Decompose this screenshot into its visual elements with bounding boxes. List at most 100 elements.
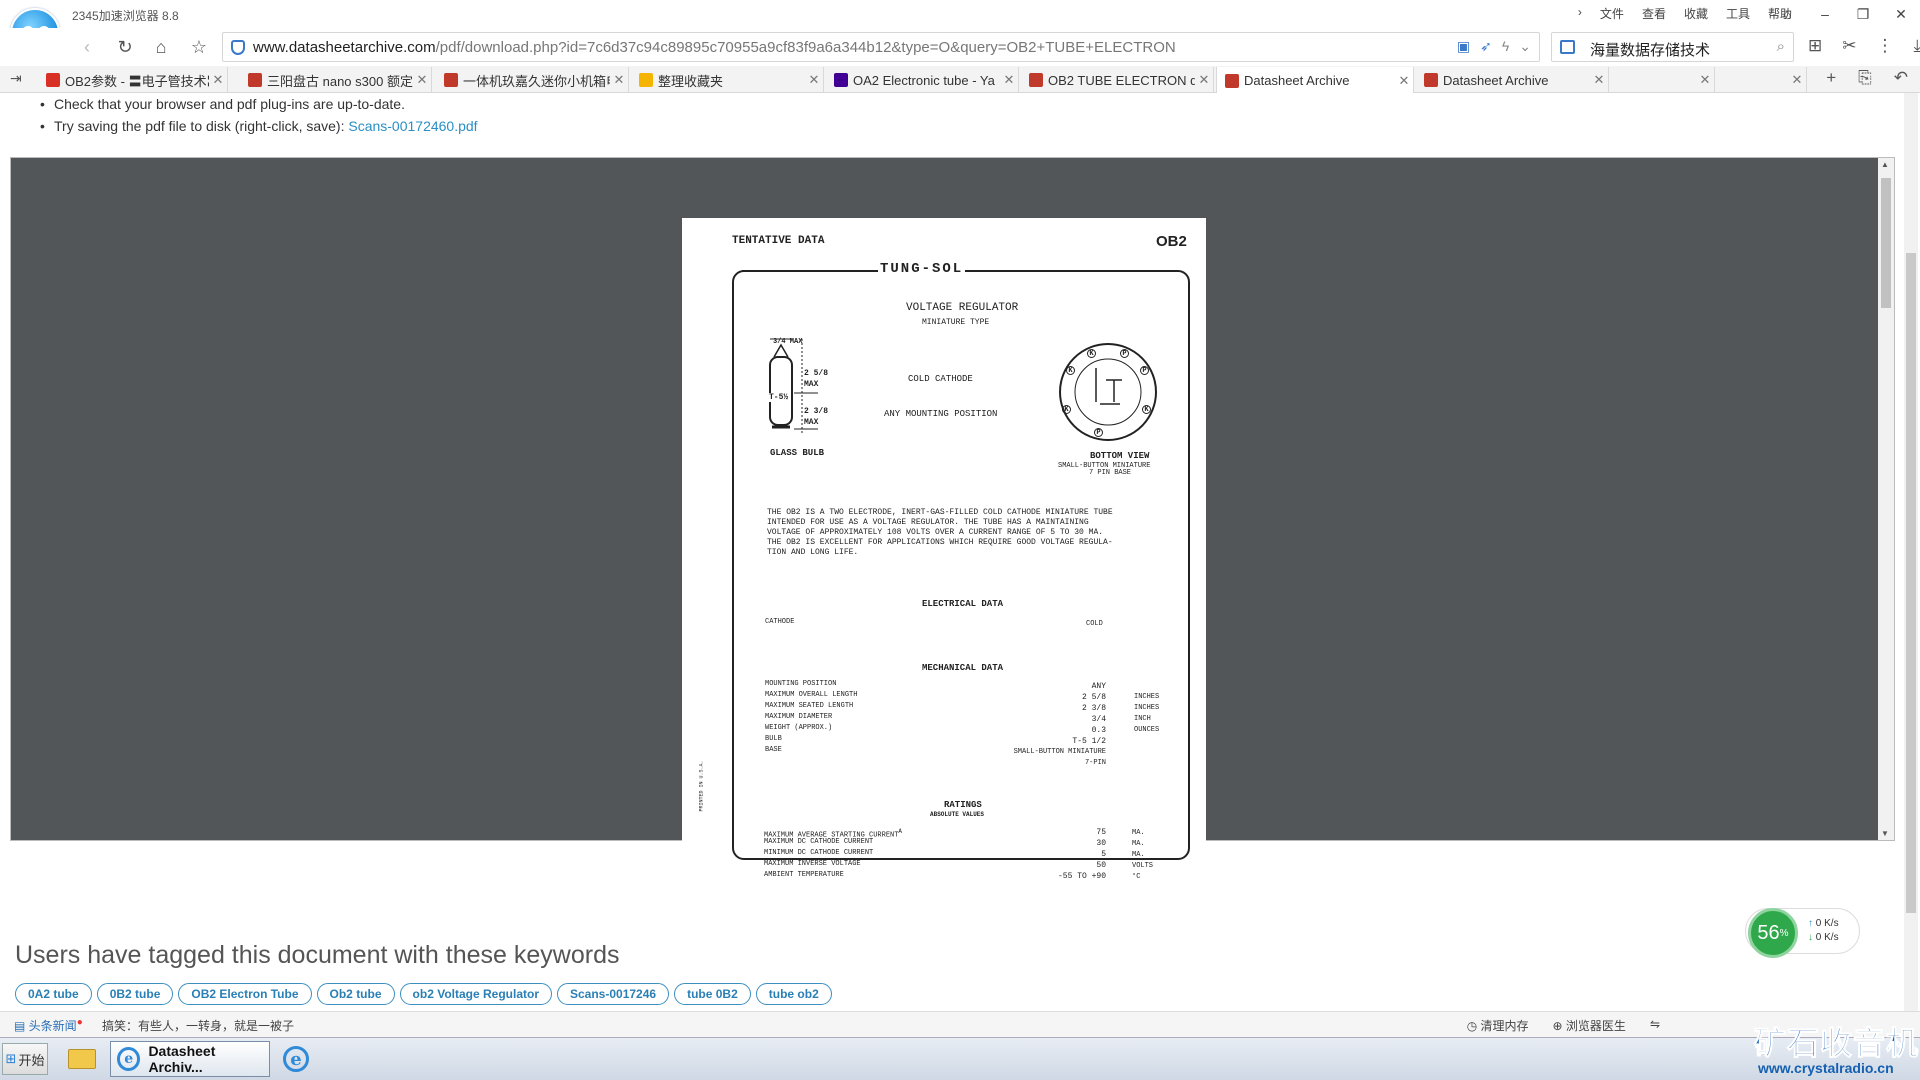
- scissors-icon[interactable]: ✂: [1842, 36, 1856, 56]
- keyword-tag[interactable]: OB2 Electron Tube: [178, 983, 312, 1005]
- tab-close-icon[interactable]: ✕: [413, 72, 431, 88]
- ie-glyph: e: [283, 1046, 309, 1072]
- tab-close-icon[interactable]: ✕: [1000, 72, 1018, 88]
- tab-8[interactable]: ✕: [1611, 67, 1715, 93]
- tab-close-icon[interactable]: ✕: [1195, 72, 1213, 88]
- pdf-viewer[interactable]: TENTATIVE DATA OB2 TUNG-SOL VOLTAGE REGU…: [10, 157, 1895, 881]
- tab-close-icon[interactable]: ✕: [805, 72, 823, 88]
- rating-unit: MA.: [1132, 829, 1145, 837]
- rating-name: MAXIMUM INVERSE VOLTAGE: [764, 860, 861, 868]
- translate-icon[interactable]: ▣: [1457, 38, 1470, 55]
- file-explorer-icon[interactable]: [64, 1042, 100, 1076]
- tab-4[interactable]: OA2 Electronic tube - Ya ✕: [826, 67, 1019, 93]
- tab-1[interactable]: 三阳盘古 nano s300 额定 ✕: [240, 67, 432, 93]
- new-tab-icon[interactable]: +: [1826, 68, 1836, 88]
- star-icon[interactable]: ☆: [186, 34, 212, 60]
- start-button[interactable]: ⊞ 开始: [2, 1043, 48, 1075]
- tab-close-icon[interactable]: ✕: [610, 72, 628, 88]
- tab-3[interactable]: 整理收藏夹 ✕: [631, 67, 824, 93]
- pdf-scrollbar[interactable]: ▲ ▼: [1878, 158, 1894, 840]
- watermark-url: www.crystalradio.cn: [1758, 1060, 1894, 1076]
- more-icon[interactable]: ⋮: [1877, 36, 1894, 56]
- description-line: THE OB2 IS EXCELLENT FOR APPLICATIONS WH…: [767, 538, 1113, 547]
- menu-view[interactable]: 查看: [1642, 5, 1666, 22]
- tab-2[interactable]: 一体机玖嘉久迷你小机箱电 ✕: [436, 67, 629, 93]
- address-bar[interactable]: www.datasheetarchive.com/pdf/download.ph…: [222, 32, 1540, 62]
- taskbar-active-window[interactable]: e Datasheet Archiv...: [110, 1041, 270, 1077]
- search-icon[interactable]: ⌕: [1777, 38, 1785, 55]
- app-name: 2345加速浏览器 8.8: [72, 9, 179, 23]
- watermark: 矿石收音机 www.crystalradio.cn: [1753, 1018, 1920, 1080]
- tab-close-icon[interactable]: ✕: [1696, 72, 1714, 88]
- window-controls: ⌂ – ❐ ✕: [1768, 0, 1920, 28]
- tab-5[interactable]: OB2 TUBE ELECTRON d ✕: [1021, 67, 1214, 93]
- download-icon[interactable]: ⤓: [1914, 36, 1920, 56]
- keyword-tag[interactable]: Ob2 tube: [316, 983, 395, 1005]
- chevron-right-icon[interactable]: ›: [1578, 5, 1582, 22]
- scroll-down-icon[interactable]: ▼: [1881, 829, 1889, 838]
- tip-item: Try saving the pdf file to disk (right-c…: [40, 115, 478, 137]
- scroll-up-icon[interactable]: ▲: [1881, 160, 1889, 169]
- status-tools: ◷ 清理内存 ⊕ 浏览器医生 ⇋: [1467, 1017, 1660, 1034]
- restore-button[interactable]: ❐: [1844, 0, 1882, 28]
- keyword-tag[interactable]: tube ob2: [755, 983, 832, 1005]
- page-scrollbar[interactable]: [1904, 93, 1918, 1011]
- menu-tools[interactable]: 工具: [1726, 5, 1750, 22]
- search-input[interactable]: 海量数据存储技术: [1590, 39, 1710, 60]
- restore-tab-icon[interactable]: ⎘: [1858, 68, 1872, 88]
- cold-cathode-label: COLD CATHODE: [908, 374, 973, 384]
- news-link[interactable]: ▤ 头条新闻●: [14, 1017, 83, 1034]
- pdf-download-link[interactable]: Scans-00172460.pdf: [348, 118, 477, 134]
- tab-close-icon[interactable]: ✕: [1395, 73, 1413, 89]
- rocket-icon[interactable]: ➶: [1480, 38, 1492, 55]
- tab-tools: + ⎘ ↶: [1826, 68, 1908, 88]
- undo-icon[interactable]: ↶: [1894, 68, 1908, 88]
- description-line: TION AND LONG LIFE.: [767, 548, 859, 557]
- browser-doctor-button[interactable]: ⊕ 浏览器医生: [1553, 1017, 1626, 1034]
- description-line: VOLTAGE OF APPROXIMATELY 108 VOLTS OVER …: [767, 528, 1104, 537]
- tab-label: OB2 TUBE ELECTRON d: [1048, 72, 1195, 88]
- close-window-button[interactable]: ✕: [1882, 0, 1920, 28]
- lightning-icon[interactable]: ϟ: [1502, 38, 1509, 55]
- internet-explorer-icon[interactable]: e: [278, 1042, 314, 1076]
- search-engine-icon[interactable]: [1560, 40, 1575, 54]
- sidebar-toggle-icon[interactable]: ⇥: [10, 70, 22, 87]
- tab-6-active[interactable]: Datasheet Archive ✕: [1216, 67, 1414, 94]
- apps-grid-icon[interactable]: ⊞: [1808, 36, 1822, 56]
- tube-subtitle: MINIATURE TYPE: [922, 318, 990, 327]
- mech-unit: INCHES: [1134, 704, 1160, 712]
- keyword-tag[interactable]: 0B2 tube: [96, 983, 174, 1005]
- compat-mode-icon[interactable]: ⇋: [1650, 1017, 1660, 1034]
- search-box[interactable]: 海量数据存储技术 ⌕: [1551, 32, 1794, 62]
- url-path: /pdf/download.php?id=7c6d37c94c89895c709…: [435, 39, 1176, 56]
- page-scroll-thumb[interactable]: [1906, 253, 1916, 913]
- clean-memory-button[interactable]: ◷ 清理内存: [1467, 1017, 1529, 1034]
- dropdown-icon[interactable]: ⌄: [1519, 38, 1531, 55]
- tab-7[interactable]: Datasheet Archive ✕: [1416, 67, 1609, 93]
- mech-unit: OUNCES: [1134, 726, 1160, 734]
- keywords-section: Users have tagged this document with the…: [15, 941, 619, 970]
- keyword-tag[interactable]: ob2 Voltage Regulator: [399, 983, 552, 1005]
- pdf-scroll-thumb[interactable]: [1881, 178, 1891, 308]
- home-icon[interactable]: ⌂: [148, 34, 174, 60]
- joke-ticker[interactable]: 搞笑：有些人，一转身，就是一被子: [102, 1017, 294, 1034]
- tab-close-icon[interactable]: ✕: [1590, 72, 1608, 88]
- keyword-tag[interactable]: Scans-0017246: [557, 983, 670, 1005]
- keyword-tag[interactable]: 0A2 tube: [15, 983, 92, 1005]
- url-text[interactable]: www.datasheetarchive.com/pdf/download.ph…: [253, 39, 1176, 56]
- rating-value: 30: [1096, 839, 1106, 848]
- keyword-tag[interactable]: tube 0B2: [674, 983, 751, 1005]
- refresh-icon[interactable]: ↻: [112, 34, 138, 60]
- speed-widget[interactable]: 56% ↑ 0 K/s ↓ 0 K/s: [1745, 908, 1860, 958]
- tab-close-icon[interactable]: ✕: [1788, 72, 1806, 88]
- menu-file[interactable]: 文件: [1600, 5, 1624, 22]
- memory-usage-badge[interactable]: 56%: [1748, 908, 1798, 958]
- menu-favorites[interactable]: 收藏: [1684, 5, 1708, 22]
- minimize-button[interactable]: –: [1806, 0, 1844, 28]
- tab-9[interactable]: ✕: [1717, 67, 1807, 93]
- rating-unit: VOLTS: [1132, 862, 1154, 870]
- skin-icon[interactable]: ⌂: [1768, 0, 1806, 28]
- tab-0[interactable]: OB2参数 - 〓电子管技术〓 ✕: [38, 67, 228, 93]
- tab-close-icon[interactable]: ✕: [209, 72, 227, 88]
- back-icon[interactable]: ‹: [74, 34, 100, 60]
